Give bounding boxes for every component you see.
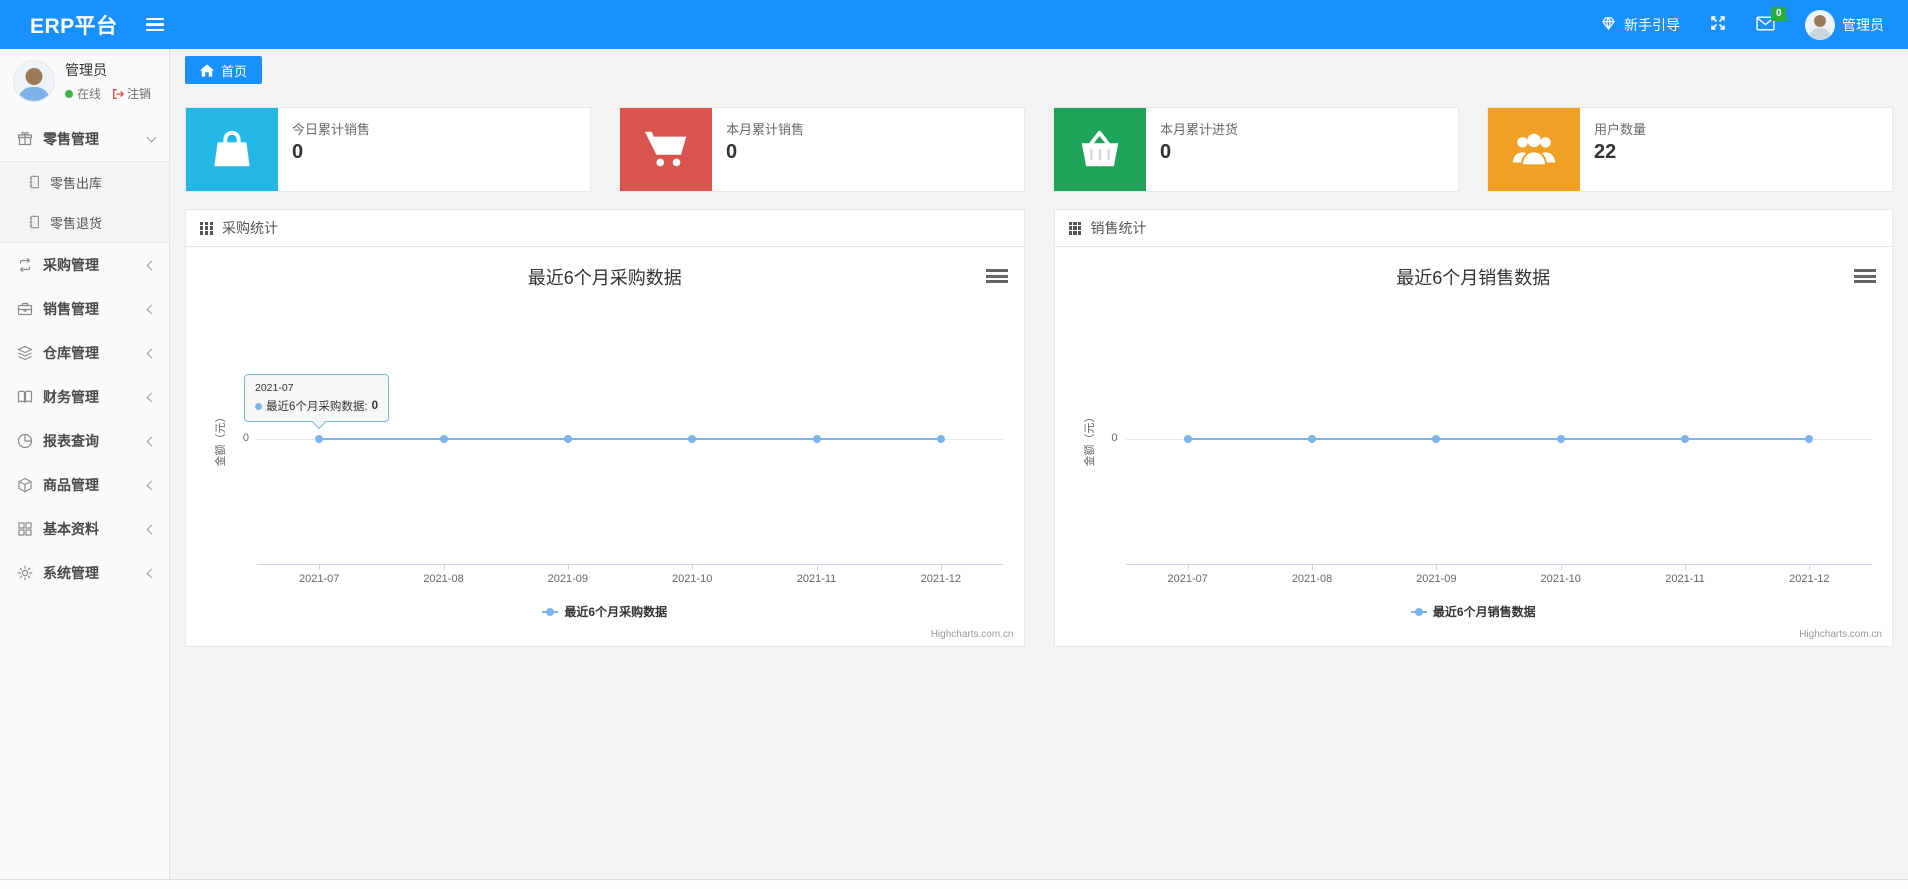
breadcrumb-home-tab[interactable]: 首页 <box>185 56 263 84</box>
stat-card-today-sales: 今日累计销售 0 <box>185 107 591 192</box>
sidebar-username: 管理员 <box>65 62 107 78</box>
stat-value: 0 <box>1160 141 1172 163</box>
stat-value: 0 <box>292 141 304 163</box>
users-icon <box>1512 133 1556 164</box>
chevron-down-icon <box>146 132 157 143</box>
chart-tooltip: 2021-07 最近6个月采购数据: 0 <box>244 374 389 430</box>
chart-panels-row: 采购统计 最近6个月采购数据 金额（元） 2021-07 2021-08 2021-… <box>185 209 1893 647</box>
briefcase-icon <box>17 302 33 316</box>
sidebar-item-goods[interactable]: 商品管理 <box>0 463 169 507</box>
purchase-chart: 最近6个月采购数据 金额（元） 2021-07 2021-08 2021-09 202… <box>186 247 1024 646</box>
breadcrumb-label: 首页 <box>221 63 248 79</box>
avatar <box>13 60 55 102</box>
online-dot-icon <box>65 89 73 98</box>
page-footer <box>0 879 1908 889</box>
repeat-icon <box>19 257 31 273</box>
plot-area: 2021-07 2021-08 2021-09 2021-10 2021-11 2021-… <box>186 247 1024 646</box>
sidebar-item-system[interactable]: 系统管理 <box>0 551 169 595</box>
chevron-left-icon <box>146 260 157 270</box>
messages-button[interactable]: 0 <box>1756 6 1786 34</box>
retail-submenu: 零售出库 零售退货 <box>0 161 169 243</box>
purchase-stats-panel: 采购统计 最近6个月采购数据 金额（元） 2021-07 2021-08 2021-… <box>185 209 1025 647</box>
sidebar-item-retail[interactable]: 零售管理 <box>0 117 169 161</box>
app-brand: ERP平台 <box>30 14 118 38</box>
shopping-cart-icon <box>644 131 687 166</box>
chevron-left-icon <box>146 348 157 358</box>
th-grid-icon <box>1068 221 1082 235</box>
avatar <box>1805 9 1835 40</box>
sidebar-item-finance[interactable]: 财务管理 <box>0 375 169 419</box>
chevron-left-icon <box>146 392 157 402</box>
panel-title: 销售统计 <box>1090 220 1147 236</box>
highcharts-credits[interactable]: Highcharts.com.cn <box>931 629 1014 640</box>
chevron-left-icon <box>146 480 157 490</box>
fullscreen-button[interactable] <box>1710 15 1726 34</box>
main-content: 首页 今日累计销售 0 本月累计销售 0 本月累计进货 0 用户数量 22 采购… <box>170 49 1908 879</box>
legend-item[interactable]: 最近6个月采购数据 <box>186 603 1024 620</box>
sidebar-toggle-icon[interactable] <box>145 15 164 35</box>
legend-line-marker-icon <box>542 607 559 616</box>
username-label: 管理员 <box>1842 16 1884 33</box>
stat-cards-row: 今日累计销售 0 本月累计销售 0 本月累计进货 0 用户数量 22 <box>185 107 1893 192</box>
basket-icon <box>1081 130 1119 166</box>
sales-chart: 最近6个月销售数据 金额（元） 2021-07 2021-08 2021-09 202… <box>1055 247 1893 646</box>
stat-value: 0 <box>726 141 738 163</box>
user-menu[interactable]: 管理员 <box>1805 9 1884 40</box>
gift-icon <box>17 131 33 146</box>
diamond-icon <box>1600 15 1617 35</box>
th-grid-icon <box>200 221 213 235</box>
sales-stats-panel: 销售统计 最近6个月销售数据 金额（元） 2021-07 2021-08 2021-… <box>1053 209 1893 647</box>
chevron-left-icon <box>146 436 157 446</box>
logout-button[interactable]: 注销 <box>112 85 151 102</box>
legend-line-marker-icon <box>1410 607 1427 616</box>
sidebar-item-retail-outbound[interactable]: 零售出库 <box>0 162 169 202</box>
top-navbar: ERP平台 新手引导 0 管理员 <box>0 0 1908 49</box>
series-dot-icon <box>255 402 262 410</box>
sidebar: 管理员 在线 注销 零售管理 零售出库 零售退货 采购管理 销售管理 仓库管理 … <box>0 49 170 879</box>
stat-card-user-count: 用户数量 22 <box>1487 107 1893 192</box>
stat-card-month-sales: 本月累计销售 0 <box>619 107 1025 192</box>
pie-chart-icon <box>17 433 33 449</box>
legend-item[interactable]: 最近6个月销售数据 <box>1055 603 1893 620</box>
online-status-label: 在线 <box>77 87 102 101</box>
sidebar-item-warehouse[interactable]: 仓库管理 <box>0 331 169 375</box>
sidebar-item-sales[interactable]: 销售管理 <box>0 287 169 331</box>
stat-label: 本月累计销售 <box>726 122 805 137</box>
plot-area: 2021-07 2021-08 2021-09 2021-10 2021-11 2021-… <box>1055 247 1893 646</box>
stat-label: 本月累计进货 <box>1160 122 1239 137</box>
highcharts-credits[interactable]: Highcharts.com.cn <box>1799 629 1882 640</box>
stat-label: 用户数量 <box>1594 122 1647 137</box>
grid-icon <box>18 522 32 536</box>
sidebar-item-retail-return[interactable]: 零售退货 <box>0 202 169 242</box>
guide-label: 新手引导 <box>1624 16 1680 33</box>
chevron-left-icon <box>146 304 157 314</box>
sidebar-item-basic-data[interactable]: 基本资料 <box>0 507 169 551</box>
sidebar-user-block: 管理员 在线 注销 <box>0 49 169 111</box>
sidebar-menu: 零售管理 零售出库 零售退货 采购管理 销售管理 仓库管理 财务管理 报表查询 … <box>0 117 169 595</box>
box-icon <box>18 477 32 493</box>
shopping-bag-icon <box>214 130 250 166</box>
stat-label: 今日累计销售 <box>292 122 371 137</box>
file-icon <box>29 175 39 189</box>
expand-icon <box>1710 15 1726 34</box>
stat-card-month-purchase: 本月累计进货 0 <box>1053 107 1459 192</box>
layers-icon <box>17 345 33 361</box>
chevron-left-icon <box>146 524 157 534</box>
stat-value: 22 <box>1594 141 1617 163</box>
file-icon <box>29 215 39 229</box>
guide-button[interactable]: 新手引导 <box>1600 15 1680 35</box>
sidebar-item-purchase[interactable]: 采购管理 <box>0 243 169 287</box>
book-icon <box>17 390 33 403</box>
panel-title: 采购统计 <box>222 220 278 236</box>
gear-icon <box>17 565 33 581</box>
sidebar-item-reports[interactable]: 报表查询 <box>0 419 169 463</box>
sign-out-icon <box>113 88 125 99</box>
chevron-left-icon <box>146 568 157 578</box>
mail-count-badge: 0 <box>1771 6 1786 21</box>
home-icon <box>200 63 214 77</box>
